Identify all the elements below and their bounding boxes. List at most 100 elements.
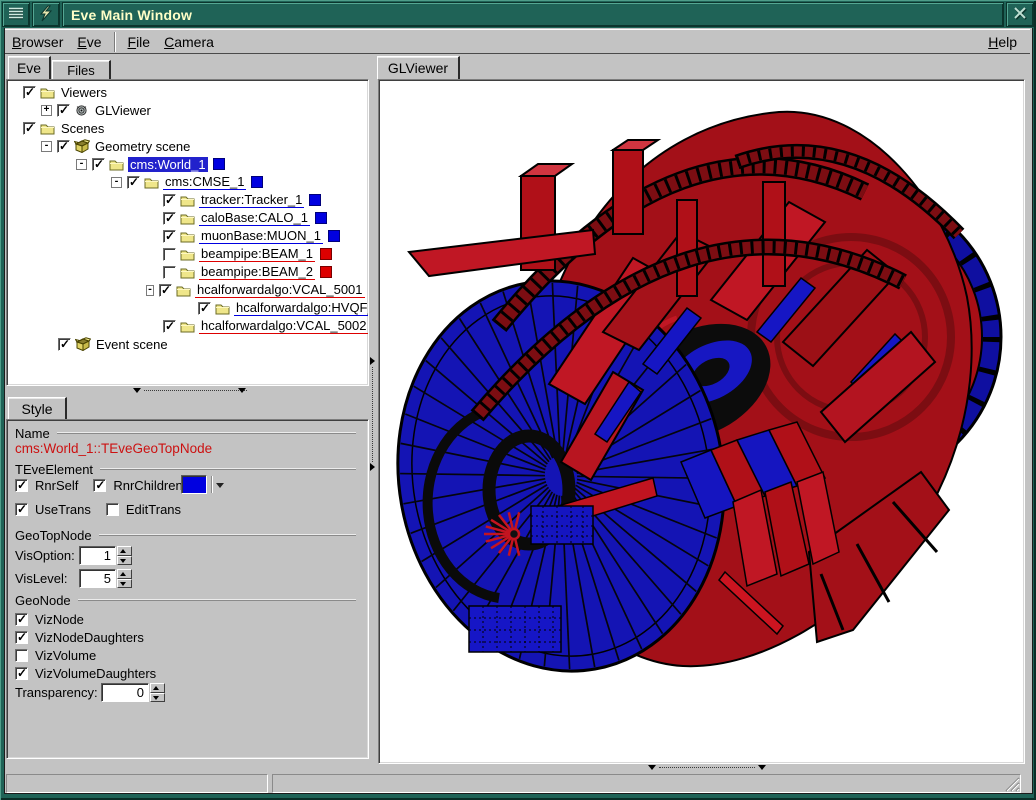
tab-style[interactable]: Style (8, 397, 67, 420)
checkbox[interactable] (58, 338, 71, 351)
tree-item-label[interactable]: beampipe:BEAM_2 (199, 264, 315, 280)
app-icon-button[interactable] (32, 2, 60, 27)
tree-item-label[interactable]: caloBase:CALO_1 (199, 210, 310, 226)
expander-minus[interactable]: - (146, 285, 154, 296)
color-swatch[interactable] (309, 194, 321, 206)
menu-browser[interactable]: Browser (5, 32, 70, 52)
window-menu-button[interactable] (2, 2, 30, 27)
checkbox[interactable] (15, 649, 28, 662)
tree-item-muonbase-muon-1[interactable]: muonBase:MUON_1 (7, 227, 368, 245)
tree-item-label[interactable]: hcalforwardalgo:VCAL_5002 (199, 318, 369, 334)
checkbox[interactable] (163, 230, 176, 243)
color-dropdown-arrow-icon[interactable] (216, 483, 224, 488)
checkbox-label: VizVolumeDaughters (35, 666, 156, 681)
checkbox[interactable] (15, 667, 28, 680)
tab-files[interactable]: Files (52, 60, 111, 79)
color-swatch[interactable] (320, 248, 332, 260)
tree-item-label[interactable]: cms:CMSE_1 (163, 174, 246, 190)
vislevel-input[interactable]: 5 (79, 569, 116, 588)
tree-item-event-scene[interactable]: Event scene (7, 335, 368, 353)
tree-splitter[interactable] (6, 385, 367, 396)
tree-item-beampipe-beam-1[interactable]: beampipe:BEAM_1 (7, 245, 368, 263)
splitter-arrow-icon (370, 463, 375, 471)
tree-item-label[interactable]: hcalforwardalgo:VCAL_5001 (195, 282, 365, 298)
transparency-input[interactable]: 0 (101, 683, 149, 702)
tree-item-label[interactable]: hcalforwardalgo:HVQF_1 (234, 300, 369, 316)
checkbox[interactable] (163, 248, 176, 261)
checkbox[interactable] (57, 104, 70, 117)
checkbox[interactable] (15, 613, 28, 626)
color-swatch[interactable] (315, 212, 327, 224)
tree-item-label[interactable]: Geometry scene (93, 139, 192, 154)
detector-render[interactable] (381, 82, 1022, 760)
tree-item-label[interactable]: tracker:Tracker_1 (199, 192, 304, 208)
tree-item-label[interactable]: beampipe:BEAM_1 (199, 246, 315, 262)
menu-eve[interactable]: Eve (70, 32, 108, 52)
titlebar: Eve Main Window (2, 2, 1034, 27)
tree-item-scenes[interactable]: Scenes (7, 119, 368, 137)
spin-up-icon[interactable] (117, 569, 132, 579)
spin-down-icon[interactable] (117, 579, 132, 589)
tree-item-label[interactable]: Viewers (59, 85, 109, 100)
color-swatch[interactable] (213, 158, 225, 170)
checkbox[interactable] (15, 479, 28, 492)
tree-item-label[interactable]: GLViewer (93, 103, 153, 118)
checkbox[interactable] (23, 86, 36, 99)
main-color-swatch[interactable] (181, 475, 207, 494)
splitter-arrow-icon (238, 388, 246, 393)
selected-object-name: cms:World_1::TEveGeoTopNode (15, 441, 212, 456)
tree-item-cms-cmse-1[interactable]: - cms:CMSE_1 (7, 173, 368, 191)
tree-item-label[interactable]: muonBase:MUON_1 (199, 228, 323, 244)
spin-up-icon[interactable] (150, 683, 165, 693)
tree-item-hcalforwardalgo-hvqf-1[interactable]: hcalforwardalgo:HVQF_1 (7, 299, 368, 317)
checkbox[interactable] (163, 266, 176, 279)
menu-file[interactable]: File (121, 32, 158, 52)
checkbox[interactable] (92, 158, 105, 171)
checkbox[interactable] (163, 194, 176, 207)
close-button[interactable] (1006, 2, 1034, 27)
tab-label: Eve (17, 60, 41, 76)
tab-glviewer[interactable]: GLViewer (377, 56, 460, 79)
tree-item-label[interactable]: Event scene (94, 337, 170, 352)
tree-item-label[interactable]: Scenes (59, 121, 106, 136)
tree-item-hcalforwardalgo-vcal-5002[interactable]: hcalforwardalgo:VCAL_5002 (7, 317, 368, 335)
expander-minus[interactable]: - (76, 159, 87, 170)
tree-item-cms-world-1[interactable]: - cms:World_1 (7, 155, 368, 173)
resize-grip[interactable] (1002, 776, 1020, 792)
visoption-input[interactable]: 1 (79, 546, 116, 565)
checkbox[interactable] (15, 631, 28, 644)
spin-down-icon[interactable] (150, 693, 165, 703)
tree-item-label[interactable]: cms:World_1 (128, 157, 208, 172)
tree-item-viewers[interactable]: Viewers (7, 83, 368, 101)
tree-item-glviewer[interactable]: + GLViewer (7, 101, 368, 119)
menu-camera[interactable]: Camera (157, 32, 221, 52)
expander-minus[interactable]: - (41, 141, 52, 152)
tree-item-geometry-scene[interactable]: - Geometry scene (7, 137, 368, 155)
panel-splitter[interactable] (368, 57, 378, 768)
checkbox[interactable] (57, 140, 70, 153)
tree-item-tracker-tracker-1[interactable]: tracker:Tracker_1 (7, 191, 368, 209)
checkbox[interactable] (163, 212, 176, 225)
viewer-splitter[interactable] (380, 763, 1021, 773)
checkbox[interactable] (106, 503, 119, 516)
checkbox[interactable] (15, 503, 28, 516)
spin-up-icon[interactable] (117, 546, 132, 556)
color-swatch[interactable] (251, 176, 263, 188)
expander-minus[interactable]: - (111, 177, 122, 188)
tree-item-beampipe-beam-2[interactable]: beampipe:BEAM_2 (7, 263, 368, 281)
color-swatch[interactable] (328, 230, 340, 242)
checkbox[interactable] (23, 122, 36, 135)
tree-item-calobase-calo-1[interactable]: caloBase:CALO_1 (7, 209, 368, 227)
checkbox[interactable] (163, 320, 176, 333)
expander-plus[interactable]: + (41, 105, 52, 116)
tab-eve[interactable]: Eve (8, 56, 51, 79)
checkbox[interactable] (198, 302, 211, 315)
spin-down-icon[interactable] (117, 556, 132, 566)
checkbox[interactable] (93, 479, 106, 492)
menu-help[interactable]: Help (981, 32, 1024, 52)
checkbox[interactable] (127, 176, 140, 189)
color-swatch[interactable] (320, 266, 332, 278)
tree-item-hcalforwardalgo-vcal-5001[interactable]: - hcalforwardalgo:VCAL_5001 (7, 281, 368, 299)
titlebar-strip[interactable]: Eve Main Window (62, 2, 1004, 27)
checkbox[interactable] (159, 284, 172, 297)
